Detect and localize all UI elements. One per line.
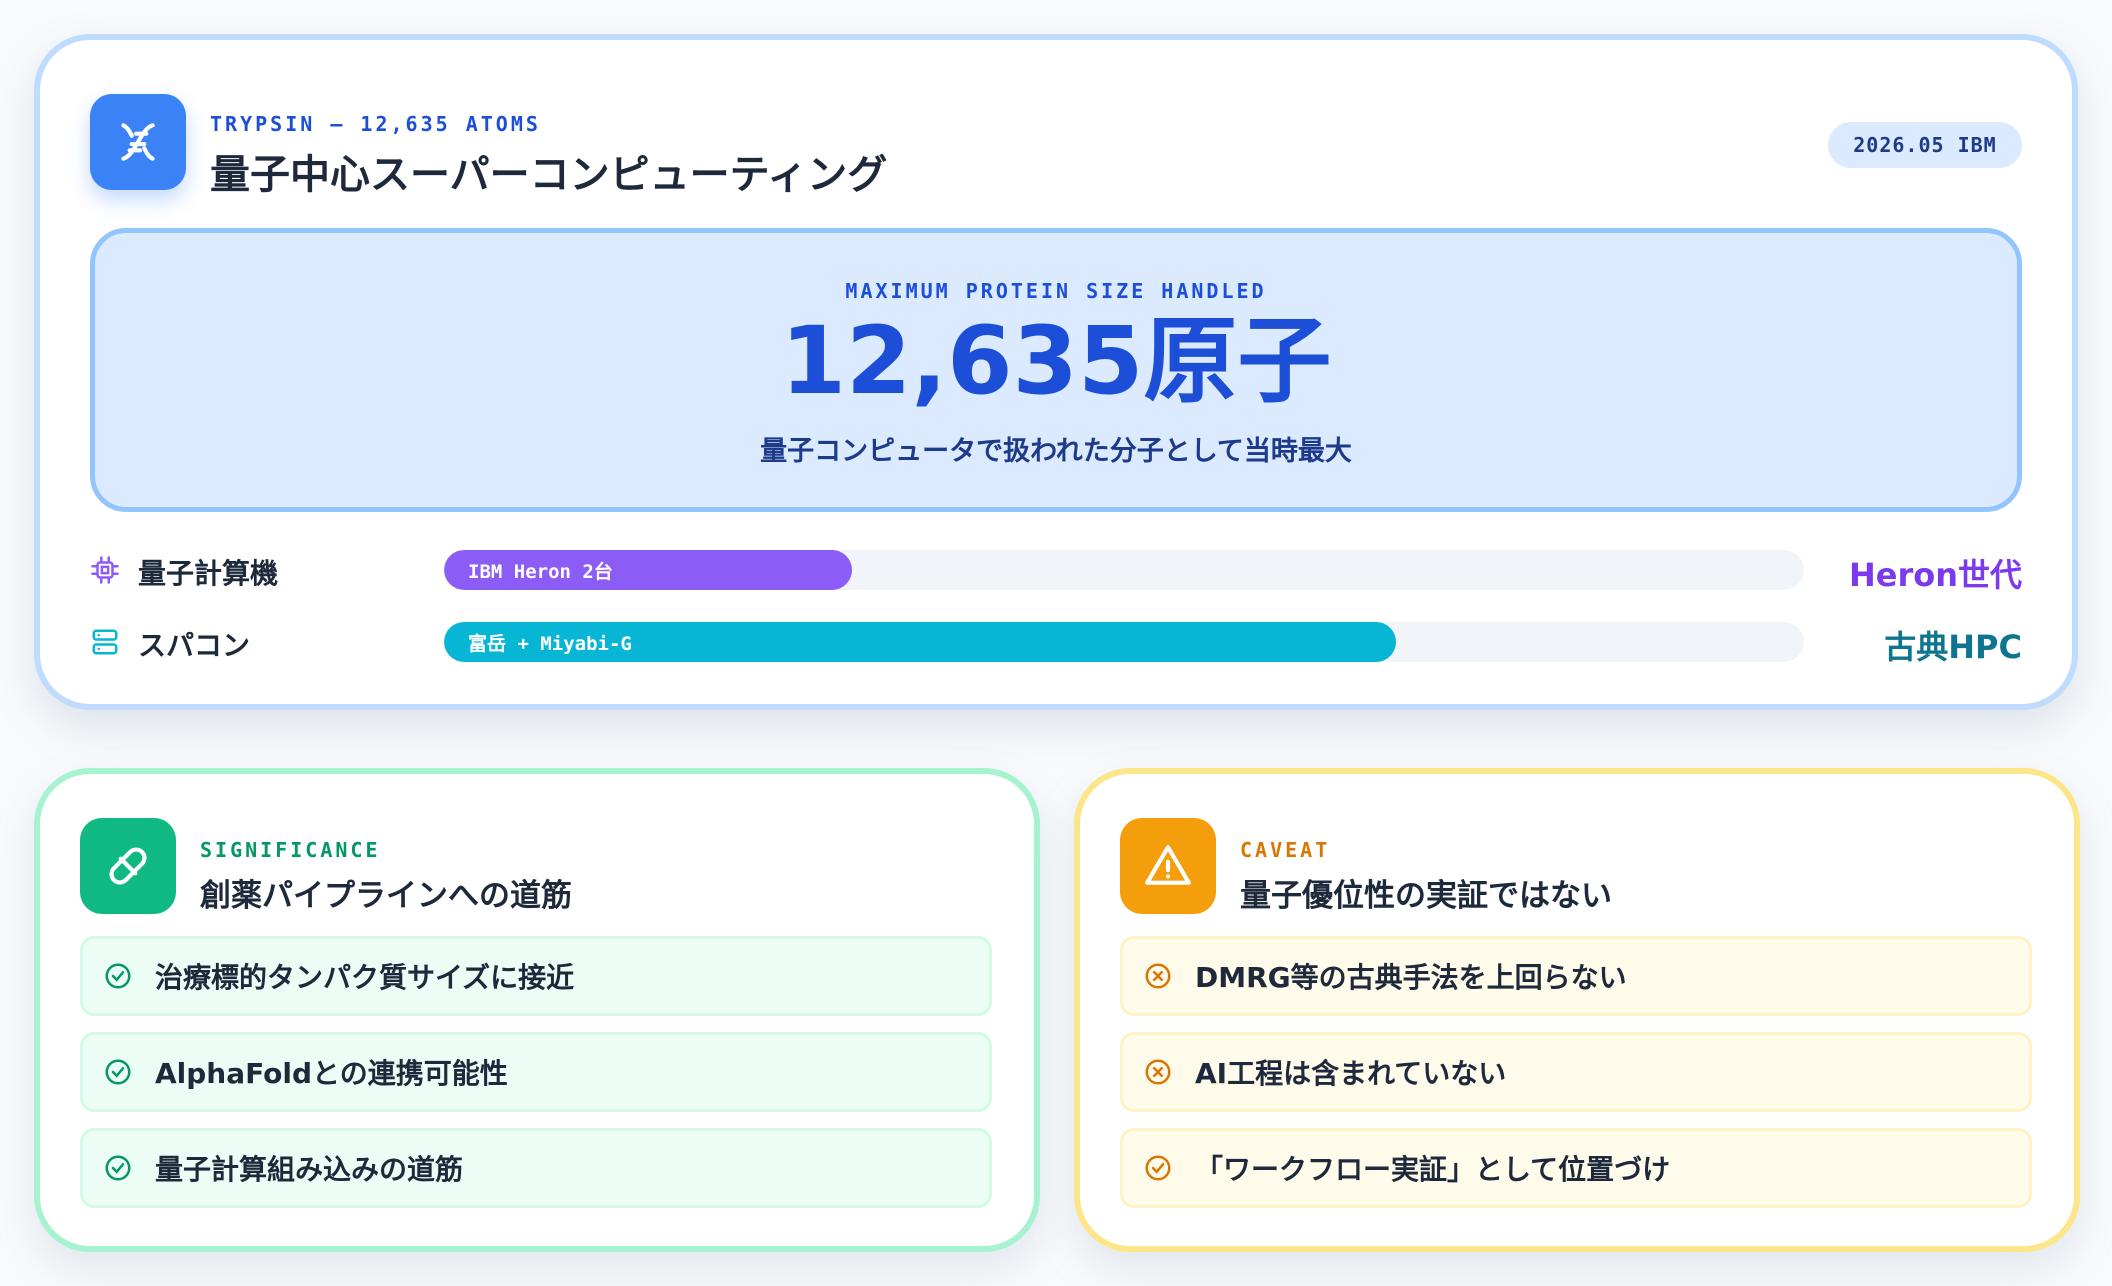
hero-subtitle: 量子コンピュータで扱われた分子として当時最大 <box>760 436 1352 467</box>
significance-title: 創薬パイプラインへの道筋 <box>200 878 572 914</box>
header-icon-tile <box>90 94 186 190</box>
significance-icon-tile <box>80 818 176 914</box>
bar-fill: IBM Heron 2台 <box>444 550 852 590</box>
pill-icon <box>109 847 147 885</box>
bar-label: スパコン <box>138 629 251 662</box>
chip-icon <box>91 556 119 584</box>
list-item-text: 量子計算組み込みの道筋 <box>155 1153 464 1186</box>
list-item-text: AI工程は含まれていない <box>1195 1057 1507 1090</box>
significance-card: SIGNIFICANCE 創薬パイプラインへの道筋 治療標的タンパク質サイズに接… <box>34 768 1040 1252</box>
hero-stat-panel: MAXIMUM PROTEIN SIZE HANDLED 12,635原子 量子… <box>90 228 2022 512</box>
check-circle-icon <box>105 963 131 989</box>
caveat-eyebrow: CAVEAT <box>1240 838 1331 862</box>
check-circle-icon <box>105 1155 131 1181</box>
bar-track: 富岳 + Miyabi-G <box>444 622 1804 662</box>
caveat-icon-tile <box>1120 818 1216 914</box>
overview-card: TRYPSIN – 12,635 ATOMS 量子中心スーパーコンピューティング… <box>34 34 2078 710</box>
list-item: 「ワークフロー実証」として位置づけ <box>1120 1128 2032 1208</box>
list-item: 量子計算組み込みの道筋 <box>80 1128 992 1208</box>
check-circle-icon <box>105 1059 131 1085</box>
warning-icon <box>1145 845 1191 885</box>
bar-value: Heron世代 <box>1848 556 2022 594</box>
bar-value: 古典HPC <box>1884 628 2022 666</box>
list-item: 治療標的タンパク質サイズに接近 <box>80 936 992 1016</box>
date-badge: 2026.05 IBM <box>1828 122 2022 168</box>
page-title: 量子中心スーパーコンピューティング <box>210 152 888 198</box>
list-item-text: DMRG等の古典手法を上回らない <box>1195 961 1627 994</box>
hero-value: 12,635原子 <box>780 307 1332 416</box>
bar-row-supercomputer: スパコン 富岳 + Miyabi-G 古典HPC <box>90 620 2022 666</box>
list-item-text: 治療標的タンパク質サイズに接近 <box>155 961 575 994</box>
dna-icon <box>121 123 155 161</box>
hero-label: MAXIMUM PROTEIN SIZE HANDLED <box>845 279 1267 303</box>
server-icon <box>92 629 118 655</box>
bar-row-quantum: 量子計算機 IBM Heron 2台 Heron世代 <box>90 548 2022 594</box>
x-circle-icon <box>1145 1059 1171 1085</box>
list-item: AlphaFoldとの連携可能性 <box>80 1032 992 1112</box>
significance-eyebrow: SIGNIFICANCE <box>200 838 381 862</box>
list-item-text: 「ワークフロー実証」として位置づけ <box>1195 1153 1671 1186</box>
bar-fill: 富岳 + Miyabi-G <box>444 622 1396 662</box>
x-circle-icon <box>1145 963 1171 989</box>
bar-track: IBM Heron 2台 <box>444 550 1804 590</box>
header-eyebrow: TRYPSIN – 12,635 ATOMS <box>210 112 541 136</box>
caveat-card: CAVEAT 量子優位性の実証ではない DMRG等の古典手法を上回らない AI工… <box>1074 768 2080 1252</box>
list-item: AI工程は含まれていない <box>1120 1032 2032 1112</box>
list-item: DMRG等の古典手法を上回らない <box>1120 936 2032 1016</box>
bar-label: 量子計算機 <box>138 557 279 590</box>
caveat-title: 量子優位性の実証ではない <box>1240 878 1612 914</box>
check-circle-icon <box>1145 1155 1171 1181</box>
list-item-text: AlphaFoldとの連携可能性 <box>155 1057 508 1090</box>
